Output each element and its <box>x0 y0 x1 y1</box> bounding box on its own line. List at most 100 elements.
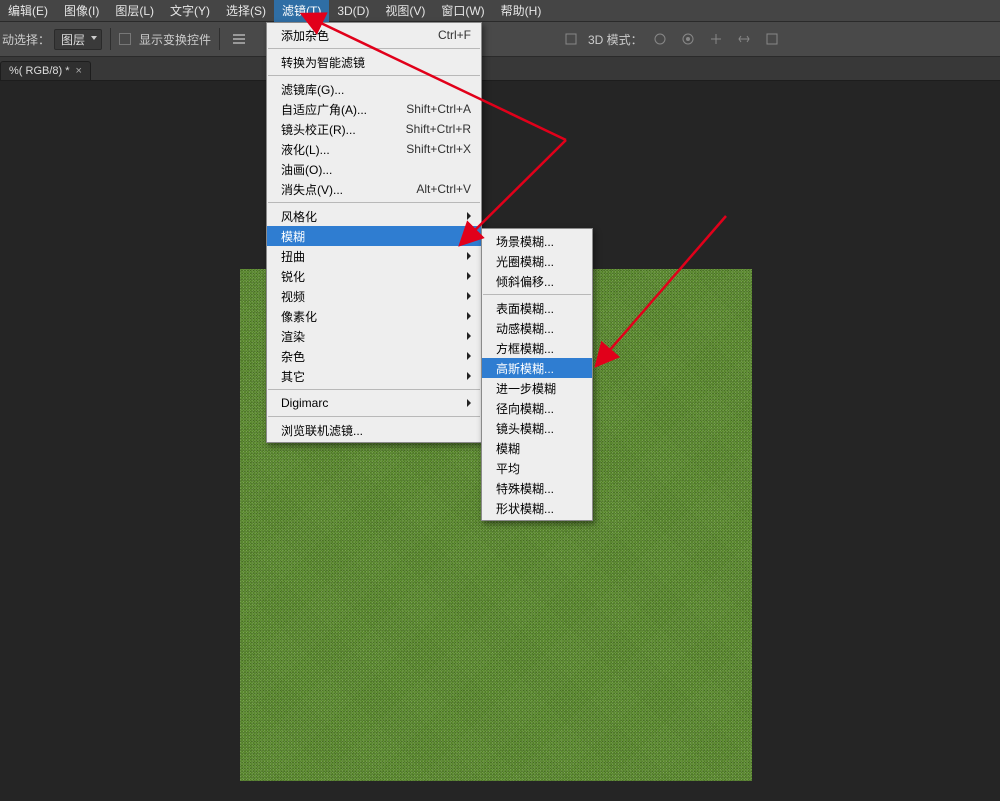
menu-stylize[interactable]: 风格化 <box>267 206 481 226</box>
menu-item-label: 液化(L)... <box>281 141 330 158</box>
menu-render[interactable]: 渲染 <box>267 326 481 346</box>
show-transform-label: 显示变换控件 <box>139 31 211 48</box>
menu-sharpen[interactable]: 锐化 <box>267 266 481 286</box>
menu-liquify[interactable]: 液化(L)... Shift+Ctrl+X <box>267 139 481 159</box>
menu-item-shortcut: Ctrl+F <box>414 28 471 42</box>
menu-select[interactable]: 选择(S) <box>218 0 274 22</box>
menu-edit[interactable]: 编辑(E) <box>0 0 56 22</box>
menu-view[interactable]: 视图(V) <box>377 0 433 22</box>
menu-item-label: 添加杂色 <box>281 27 329 44</box>
menu-item-label: 模糊 <box>281 228 305 245</box>
submenu-field-blur[interactable]: 场景模糊... <box>482 231 592 251</box>
menu-3d[interactable]: 3D(D) <box>329 0 377 22</box>
document-tab-label: %( RGB/8) * <box>9 65 70 77</box>
menu-separator <box>268 202 480 203</box>
menu-digimarc[interactable]: Digimarc <box>267 393 481 413</box>
auto-select-label: 动选择： <box>2 31 50 48</box>
menu-lens-correction[interactable]: 镜头校正(R)... Shift+Ctrl+R <box>267 119 481 139</box>
menu-layer[interactable]: 图层(L) <box>107 0 162 22</box>
toolbar-icon[interactable] <box>560 28 582 50</box>
mode3d-label: 3D 模式： <box>588 31 643 48</box>
orbit-icon[interactable] <box>649 28 671 50</box>
menu-separator <box>268 389 480 390</box>
menu-image[interactable]: 图像(I) <box>56 0 107 22</box>
menu-item-label: 转换为智能滤镜 <box>281 54 365 71</box>
options-toolbar: 动选择： 图层 显示变换控件 3D 模式： <box>0 22 1000 57</box>
menu-item-label: 锐化 <box>281 268 305 285</box>
submenu-blur[interactable]: 模糊 <box>482 438 592 458</box>
menu-item-label: 视频 <box>281 288 305 305</box>
roll-icon[interactable] <box>677 28 699 50</box>
menu-item-label: 模糊 <box>496 440 520 457</box>
menu-last-filter[interactable]: 添加杂色 Ctrl+F <box>267 25 481 45</box>
menu-browse-online[interactable]: 浏览联机滤镜... <box>267 420 481 440</box>
menu-item-label: 油画(O)... <box>281 161 332 178</box>
pan-icon[interactable] <box>705 28 727 50</box>
menu-distort[interactable]: 扭曲 <box>267 246 481 266</box>
submenu-lens-blur[interactable]: 镜头模糊... <box>482 418 592 438</box>
menu-separator <box>483 294 591 295</box>
submenu-average[interactable]: 平均 <box>482 458 592 478</box>
submenu-radial-blur[interactable]: 径向模糊... <box>482 398 592 418</box>
slide-icon[interactable] <box>733 28 755 50</box>
menu-item-label: 自适应广角(A)... <box>281 101 367 118</box>
menu-item-label: 浏览联机滤镜... <box>281 422 363 439</box>
menu-item-label: 动感模糊... <box>496 320 554 337</box>
menu-item-label: 方框模糊... <box>496 340 554 357</box>
menu-item-label: 其它 <box>281 368 305 385</box>
submenu-motion-blur[interactable]: 动感模糊... <box>482 318 592 338</box>
document-tab[interactable]: %( RGB/8) * × <box>0 61 91 80</box>
menu-item-label: 滤镜库(G)... <box>281 81 344 98</box>
menu-oil-paint[interactable]: 油画(O)... <box>267 159 481 179</box>
menu-item-label: 形状模糊... <box>496 500 554 517</box>
align-icon[interactable] <box>228 28 250 50</box>
menu-item-label: 扭曲 <box>281 248 305 265</box>
submenu-gaussian-blur[interactable]: 高斯模糊... <box>482 358 592 378</box>
submenu-box-blur[interactable]: 方框模糊... <box>482 338 592 358</box>
menu-help[interactable]: 帮助(H) <box>493 0 550 22</box>
menu-pixelate[interactable]: 像素化 <box>267 306 481 326</box>
menu-item-label: 高斯模糊... <box>496 360 554 377</box>
document-tabbar: %( RGB/8) * × <box>0 57 1000 81</box>
menu-type[interactable]: 文字(Y) <box>162 0 218 22</box>
menu-vanishing-point[interactable]: 消失点(V)... Alt+Ctrl+V <box>267 179 481 199</box>
menu-separator <box>268 416 480 417</box>
menu-item-label: 风格化 <box>281 208 317 225</box>
menu-noise[interactable]: 杂色 <box>267 346 481 366</box>
menu-item-label: 表面模糊... <box>496 300 554 317</box>
menu-adaptive-wide[interactable]: 自适应广角(A)... Shift+Ctrl+A <box>267 99 481 119</box>
menu-filter-gallery[interactable]: 滤镜库(G)... <box>267 79 481 99</box>
submenu-smart-blur[interactable]: 特殊模糊... <box>482 478 592 498</box>
menu-item-label: Digimarc <box>281 396 328 410</box>
menu-item-label: 像素化 <box>281 308 317 325</box>
menubar: 编辑(E) 图像(I) 图层(L) 文字(Y) 选择(S) 滤镜(T) 3D(D… <box>0 0 1000 22</box>
menu-item-label: 特殊模糊... <box>496 480 554 497</box>
menu-blur[interactable]: 模糊 <box>267 226 481 246</box>
toolbar-divider <box>219 28 220 50</box>
menu-other[interactable]: 其它 <box>267 366 481 386</box>
menu-window[interactable]: 窗口(W) <box>433 0 492 22</box>
menu-video[interactable]: 视频 <box>267 286 481 306</box>
menu-item-shortcut: Alt+Ctrl+V <box>392 182 471 196</box>
submenu-shape-blur[interactable]: 形状模糊... <box>482 498 592 518</box>
menu-item-label: 倾斜偏移... <box>496 273 554 290</box>
menu-item-label: 镜头模糊... <box>496 420 554 437</box>
menu-convert-smart[interactable]: 转换为智能滤镜 <box>267 52 481 72</box>
submenu-surface-blur[interactable]: 表面模糊... <box>482 298 592 318</box>
show-transform-checkbox[interactable] <box>119 33 131 45</box>
menu-item-shortcut: Shift+Ctrl+A <box>382 102 471 116</box>
menu-item-label: 场景模糊... <box>496 233 554 250</box>
submenu-tilt-shift[interactable]: 倾斜偏移... <box>482 271 592 291</box>
menu-filter[interactable]: 滤镜(T) <box>274 0 329 22</box>
scale-icon[interactable] <box>761 28 783 50</box>
submenu-blur-more[interactable]: 进一步模糊 <box>482 378 592 398</box>
menu-item-shortcut: Shift+Ctrl+X <box>382 142 471 156</box>
close-icon[interactable]: × <box>76 65 82 77</box>
auto-select-dropdown[interactable]: 图层 <box>54 29 102 50</box>
menu-separator <box>268 48 480 49</box>
toolbar-divider <box>110 28 111 50</box>
menu-item-label: 光圈模糊... <box>496 253 554 270</box>
menu-item-label: 平均 <box>496 460 520 477</box>
submenu-iris-blur[interactable]: 光圈模糊... <box>482 251 592 271</box>
menu-item-label: 镜头校正(R)... <box>281 121 356 138</box>
